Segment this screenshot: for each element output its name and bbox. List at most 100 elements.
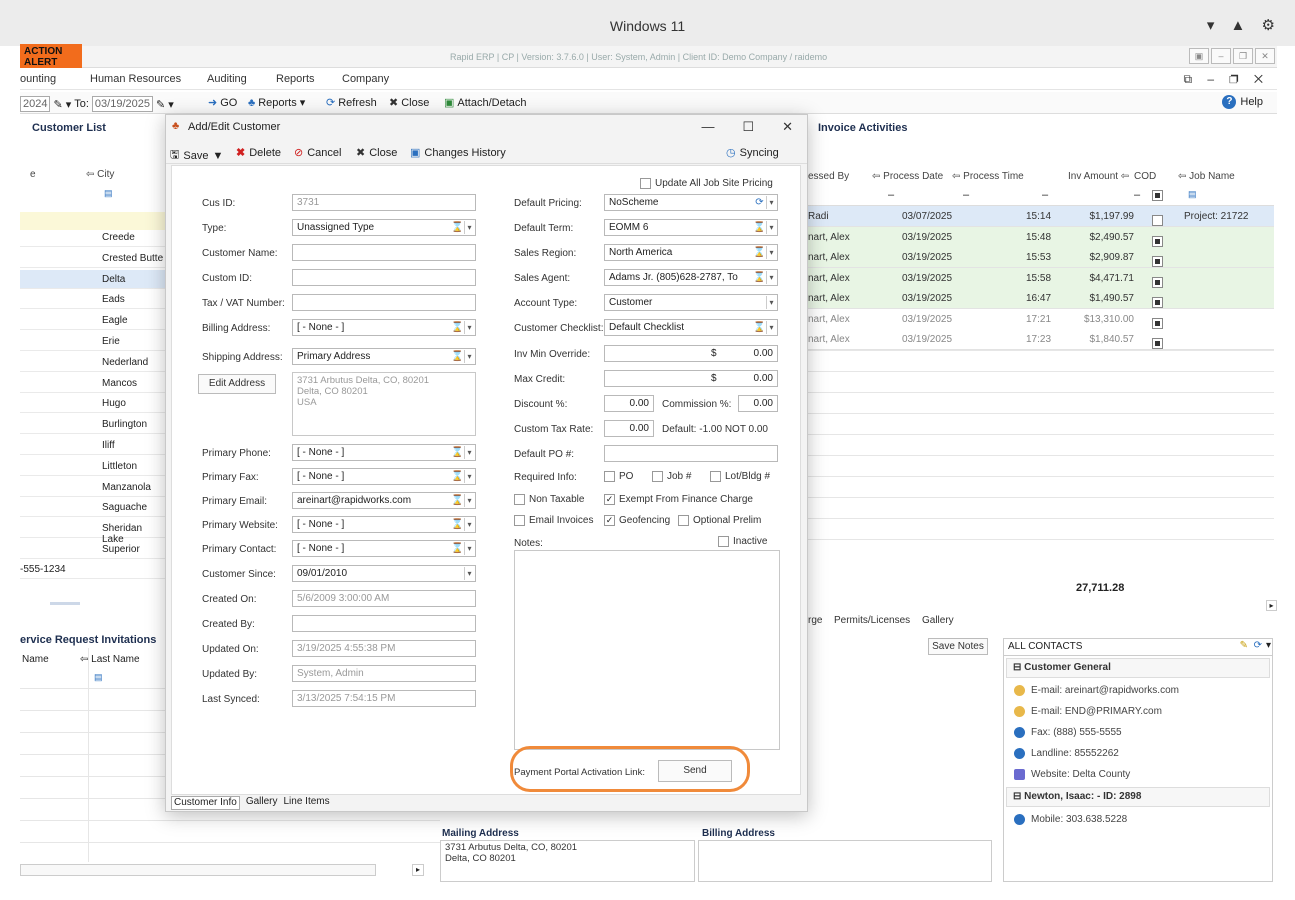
- os-tray-icons[interactable]: ▾ ▲ ⚙: [1207, 16, 1281, 34]
- menu-auditing[interactable]: Auditing: [207, 73, 247, 85]
- table-row[interactable]: Littleton: [20, 457, 166, 476]
- tab-line-items[interactable]: Line Items: [284, 796, 330, 810]
- column-header-process-time[interactable]: ⇦ Process Time: [952, 171, 1024, 182]
- save-notes-button[interactable]: Save Notes: [928, 638, 988, 655]
- column-header-e[interactable]: e: [30, 169, 36, 180]
- required-po-checkbox[interactable]: PO: [604, 471, 633, 482]
- custom-id-field[interactable]: [292, 269, 476, 286]
- filter-icon[interactable]: ▤: [104, 188, 113, 199]
- table-row[interactable]: Eads: [20, 290, 166, 310]
- scroll-right-icon[interactable]: ▸: [1266, 600, 1277, 611]
- menu-accounting[interactable]: ounting: [20, 73, 56, 85]
- cus-id-field[interactable]: 3731: [292, 194, 476, 211]
- primary-fax-select[interactable]: [ - None - ] ⌛ ▾: [292, 468, 476, 485]
- tab-charge[interactable]: rge: [808, 615, 822, 626]
- column-header-city[interactable]: ⇦ City: [86, 169, 114, 180]
- dialog-maximize-icon[interactable]: ☐: [742, 119, 754, 135]
- to-date-field[interactable]: 03/19/2025: [91, 96, 153, 112]
- cod-checkbox[interactable]: [1152, 313, 1163, 329]
- filter-icon[interactable]: ▤: [94, 672, 103, 683]
- primary-phone-select[interactable]: [ - None - ] ⌛ ▾: [292, 444, 476, 461]
- default-term-select[interactable]: EOMM 6 ⌛ ▾: [604, 219, 778, 236]
- action-alert-label[interactable]: ACTION ALERT: [20, 44, 83, 70]
- scroll-right-icon[interactable]: ▸: [412, 864, 424, 876]
- settings-gear-icon[interactable]: ⚙: [1262, 17, 1281, 34]
- attach-detach-button[interactable]: ▣ Attach/Detach: [444, 96, 527, 110]
- edit-pencil-icon[interactable]: ✎: [1240, 640, 1248, 651]
- toolbar-close-button[interactable]: ✖ Close: [389, 96, 429, 110]
- dialog-close-icon[interactable]: ✕: [782, 119, 793, 135]
- geofencing-checkbox[interactable]: ✓ Geofencing: [604, 515, 670, 526]
- non-taxable-checkbox[interactable]: Non Taxable: [514, 494, 584, 505]
- action-alert[interactable]: ⚠ ACTION ALERT ▾: [20, 44, 83, 70]
- cancel-button[interactable]: ⊘ Cancel: [294, 146, 341, 160]
- cod-filter-checkbox[interactable]: [1152, 190, 1163, 204]
- table-row[interactable]: Iliff: [20, 436, 166, 455]
- discount-field[interactable]: 0.00: [604, 395, 654, 412]
- horizontal-scrollbar[interactable]: [20, 864, 376, 876]
- table-row[interactable]: Creede: [20, 228, 166, 247]
- account-type-select[interactable]: Customer ▾: [604, 294, 778, 311]
- column-header-process-date[interactable]: ⇦ Process Date: [872, 171, 943, 182]
- table-row[interactable]: Sheridan Lake: [20, 519, 166, 545]
- max-credit-field[interactable]: $0.00: [604, 370, 778, 387]
- table-row[interactable]: nart, Alex 03/19/2025 15:53 $2,909.87: [808, 247, 1274, 268]
- from-date-dropdown-icon[interactable]: ▾: [66, 98, 72, 111]
- contact-email[interactable]: E-mail: areinart@rapidworks.com: [1004, 680, 1272, 701]
- table-row[interactable]: Erie: [20, 332, 166, 351]
- billing-address-select[interactable]: [ - None - ] ⌛ ▾: [292, 319, 476, 336]
- required-job-checkbox[interactable]: Job #: [652, 471, 691, 482]
- contact-website[interactable]: Website: Delta County: [1004, 764, 1272, 785]
- inv-min-override-field[interactable]: $0.00: [604, 345, 778, 362]
- table-row[interactable]: Manzanola: [20, 478, 166, 497]
- optional-prelim-checkbox[interactable]: Optional Prelim: [678, 515, 761, 526]
- menu-company[interactable]: Company: [342, 73, 389, 85]
- refresh-button[interactable]: ⟳ Refresh: [326, 96, 377, 110]
- primary-website-select[interactable]: [ - None - ] ⌛ ▾: [292, 516, 476, 533]
- notes-textarea[interactable]: [514, 550, 780, 750]
- contact-landline[interactable]: Landline: 85552262: [1004, 743, 1272, 764]
- table-row[interactable]: nart, Alex 03/19/2025 15:48 $2,490.57: [808, 226, 1274, 248]
- scrollbar-thumb[interactable]: [50, 602, 80, 605]
- refresh-icon[interactable]: ⟳: [1254, 640, 1262, 651]
- cod-checkbox[interactable]: [1152, 292, 1163, 308]
- mdi-controls[interactable]: ⧉ – ❐ ✕: [1183, 72, 1269, 87]
- inactive-checkbox[interactable]: Inactive: [718, 536, 767, 547]
- tab-customer-info[interactable]: Customer Info: [171, 796, 240, 810]
- save-button[interactable]: 🖫 Save ▼: [170, 146, 223, 165]
- email-invoices-checkbox[interactable]: Email Invoices: [514, 515, 593, 526]
- tab-gallery[interactable]: Gallery: [246, 796, 278, 810]
- cod-checkbox[interactable]: [1152, 333, 1163, 349]
- shipping-address-select[interactable]: Primary Address ⌛ ▾: [292, 348, 476, 365]
- table-row[interactable]: Eagle: [20, 311, 166, 331]
- sales-region-select[interactable]: North America ⌛ ▾: [604, 244, 778, 261]
- contact-mobile[interactable]: Mobile: 303.638.5228: [1004, 809, 1272, 830]
- table-row[interactable]: nart, Alex 03/19/2025 17:21 $13,310.00: [808, 308, 1274, 330]
- tab-gallery[interactable]: Gallery: [922, 615, 954, 626]
- table-row[interactable]: Crested Butte: [20, 249, 166, 268]
- close-button[interactable]: ✖ Close: [356, 146, 397, 160]
- type-select[interactable]: Unassigned Type ⌛ ▾: [292, 219, 476, 236]
- update-all-pricing-checkbox[interactable]: Update All Job Site Pricing: [640, 178, 773, 189]
- app-close-icon[interactable]: ✕: [1255, 48, 1275, 64]
- contact-fax[interactable]: Fax: (888) 555-5555: [1004, 722, 1272, 743]
- cod-checkbox[interactable]: [1152, 251, 1163, 267]
- column-header-inv-amount[interactable]: Inv Amount ⇦: [1068, 171, 1129, 182]
- column-header-processed-by[interactable]: essed By: [808, 171, 849, 182]
- cod-checkbox[interactable]: [1152, 272, 1163, 288]
- contact-group-customer-general[interactable]: ⊟ Customer General: [1006, 658, 1270, 678]
- filter-cell[interactable]: –: [1134, 189, 1140, 201]
- table-row[interactable]: Saguache: [20, 498, 166, 518]
- primary-email-select[interactable]: areinart@rapidworks.com ⌛ ▾: [292, 492, 476, 509]
- from-date-field[interactable]: 2024: [20, 96, 51, 112]
- help-button[interactable]: ? Help: [1222, 95, 1263, 109]
- column-header-cod[interactable]: COD: [1134, 171, 1156, 182]
- filter-cell[interactable]: –: [888, 189, 894, 201]
- table-row[interactable]: Mancos: [20, 374, 166, 393]
- pencil-icon[interactable]: ✎: [53, 98, 62, 111]
- table-row[interactable]: Nederland: [20, 353, 166, 372]
- edit-address-button[interactable]: Edit Address: [198, 374, 276, 394]
- delete-button[interactable]: ✖ Delete: [236, 146, 281, 160]
- contact-group-newton[interactable]: ⊟ Newton, Isaac: - ID: 2898: [1006, 787, 1270, 807]
- syncing-status[interactable]: ◷ Syncing: [726, 146, 779, 160]
